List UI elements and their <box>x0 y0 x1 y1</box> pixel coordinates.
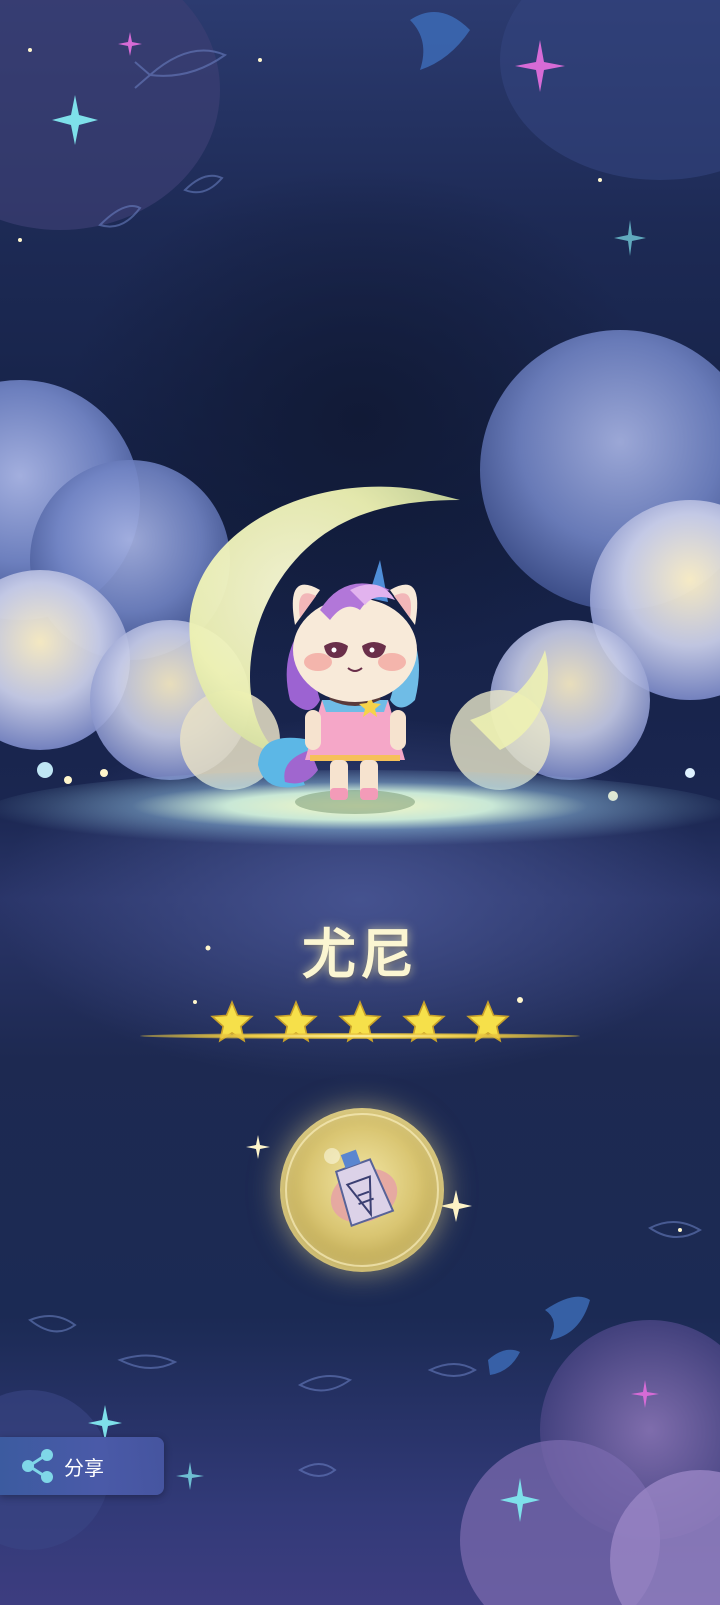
unicorn-character[interactable] <box>250 550 450 820</box>
share-button[interactable]: 分享 <box>0 1437 164 1495</box>
potion-bottle-icon <box>285 1113 439 1267</box>
share-label: 分享 <box>64 1455 104 1480</box>
item-orb-button[interactable] <box>280 1108 444 1272</box>
cloud-haze <box>500 0 720 180</box>
share-icon <box>22 1449 53 1483</box>
pet-name: 尤尼 <box>302 923 418 986</box>
title-underline <box>140 1033 580 1039</box>
pet-showcase-screen: 尤尼 分享 <box>0 0 720 1605</box>
cloud-haze <box>0 0 220 230</box>
